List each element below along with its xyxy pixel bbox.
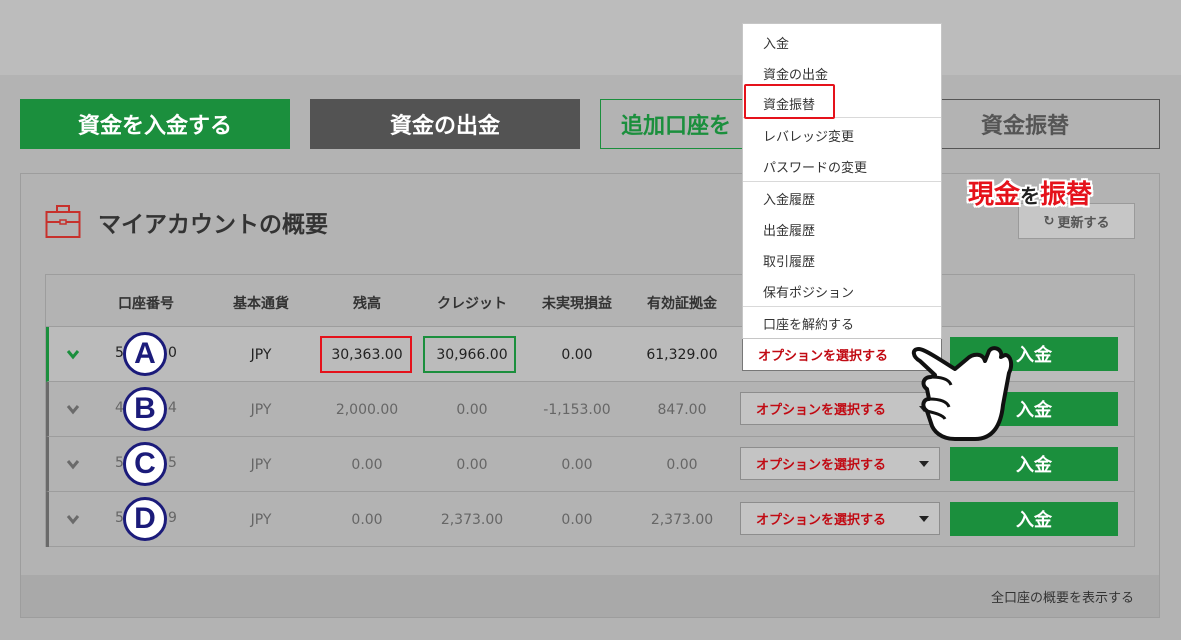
account-number-end: 0 [168, 345, 177, 361]
equity-cell: 847.00 [657, 401, 707, 418]
equity-cell: 61,329.00 [646, 346, 718, 363]
menu-divider [743, 181, 941, 182]
transfer-menu-highlight [744, 84, 835, 119]
menu-item-deposit-history[interactable]: 入金履歴 [763, 189, 815, 208]
options-select-label: オプションを選択する [756, 513, 887, 528]
options-select[interactable]: オプションを選択する [740, 502, 940, 535]
unrealized-cell: -1,153.00 [543, 401, 611, 418]
chevron-down-icon[interactable] [65, 511, 81, 527]
marker-d: D [123, 497, 167, 541]
refresh-label: 更新する [1057, 215, 1110, 231]
top-header-band [0, 0, 1181, 75]
credit-cell: 2,373.00 [440, 511, 504, 528]
menu-item-trade-history[interactable]: 取引履歴 [763, 251, 815, 270]
currency-cell: JPY [250, 511, 272, 528]
account-number-end: 9 [168, 510, 177, 526]
briefcase-icon [45, 205, 81, 238]
credit-cell: 0.00 [456, 456, 488, 473]
marker-b: B [123, 387, 167, 431]
withdraw-funds-button[interactable]: 資金の出金 [310, 99, 580, 149]
row-deposit-button[interactable]: 入金 [950, 447, 1118, 481]
unrealized-cell: 0.00 [561, 456, 593, 473]
annotation-transfer: 振替 [1040, 180, 1093, 210]
header-unrealized-pl: 未実現損益 [542, 296, 612, 312]
currency-cell: JPY [250, 456, 272, 473]
marker-c: C [123, 442, 167, 486]
equity-cell: 2,373.00 [650, 511, 714, 528]
unrealized-cell: 0.00 [561, 511, 593, 528]
menu-item-withdraw-history[interactable]: 出金履歴 [763, 220, 815, 239]
options-select-label: オプションを選択する [758, 349, 889, 364]
chevron-down-icon[interactable] [65, 401, 81, 417]
header-equity: 有効証拠金 [647, 296, 717, 312]
panel-footer: 全口座の概要を表示する [20, 575, 1160, 618]
equity-cell: 0.00 [666, 456, 698, 473]
caret-down-icon [919, 461, 929, 467]
options-select[interactable]: オプションを選択する [740, 447, 940, 480]
options-dropdown-menu: 入金 資金の出金 資金振替 レバレッジ変更 パスワードの変更 入金履歴 出金履歴… [742, 23, 942, 339]
pointing-hand-icon [911, 346, 1014, 441]
deposit-funds-button[interactable]: 資金を入金する [20, 99, 290, 149]
header-base-currency: 基本通貨 [233, 296, 289, 312]
menu-item-leverage[interactable]: レバレッジ変更 [763, 126, 854, 145]
currency-cell: JPY [250, 401, 272, 418]
annotation-connector: を [1020, 184, 1041, 208]
credit-highlight [423, 336, 516, 373]
menu-item-password[interactable]: パスワードの変更 [763, 157, 867, 176]
menu-divider [743, 306, 941, 307]
menu-item-open-positions[interactable]: 保有ポジション [763, 282, 854, 301]
menu-item-deposit[interactable]: 入金 [763, 33, 789, 52]
balance-cell: 0.00 [351, 456, 383, 473]
balance-cell: 2,000.00 [335, 401, 399, 418]
chevron-down-icon[interactable] [65, 346, 81, 362]
credit-cell: 0.00 [456, 401, 488, 418]
chevron-down-icon[interactable] [65, 456, 81, 472]
header-account-number: 口座番号 [118, 296, 174, 312]
annotation-cash: 現金 [968, 180, 1021, 210]
marker-a: A [123, 332, 167, 376]
menu-item-withdraw[interactable]: 資金の出金 [763, 64, 828, 83]
header-credit: クレジット [437, 296, 507, 312]
options-select-label: オプションを選択する [756, 403, 887, 418]
balance-highlight [320, 336, 412, 373]
balance-cell: 0.00 [351, 511, 383, 528]
unrealized-cell: 0.00 [561, 346, 593, 363]
refresh-icon: ↻ [1043, 213, 1055, 229]
options-select-label: オプションを選択する [756, 458, 887, 473]
transfer-annotation: 現金を振替 [968, 174, 1092, 211]
caret-down-icon [919, 516, 929, 522]
currency-cell: JPY [250, 346, 272, 363]
show-all-accounts-link[interactable]: 全口座の概要を表示する [991, 587, 1134, 606]
page-title: マイアカウントの概要 [98, 212, 328, 238]
row-deposit-button[interactable]: 入金 [950, 502, 1118, 536]
account-number-end: 4 [168, 400, 177, 416]
header-balance: 残高 [353, 296, 381, 312]
menu-item-close-account[interactable]: 口座を解約する [763, 314, 854, 333]
account-number-end: 5 [168, 455, 177, 471]
table-header: 口座番号 基本通貨 残高 クレジット 未実現損益 有効証拠金 [46, 275, 1134, 327]
